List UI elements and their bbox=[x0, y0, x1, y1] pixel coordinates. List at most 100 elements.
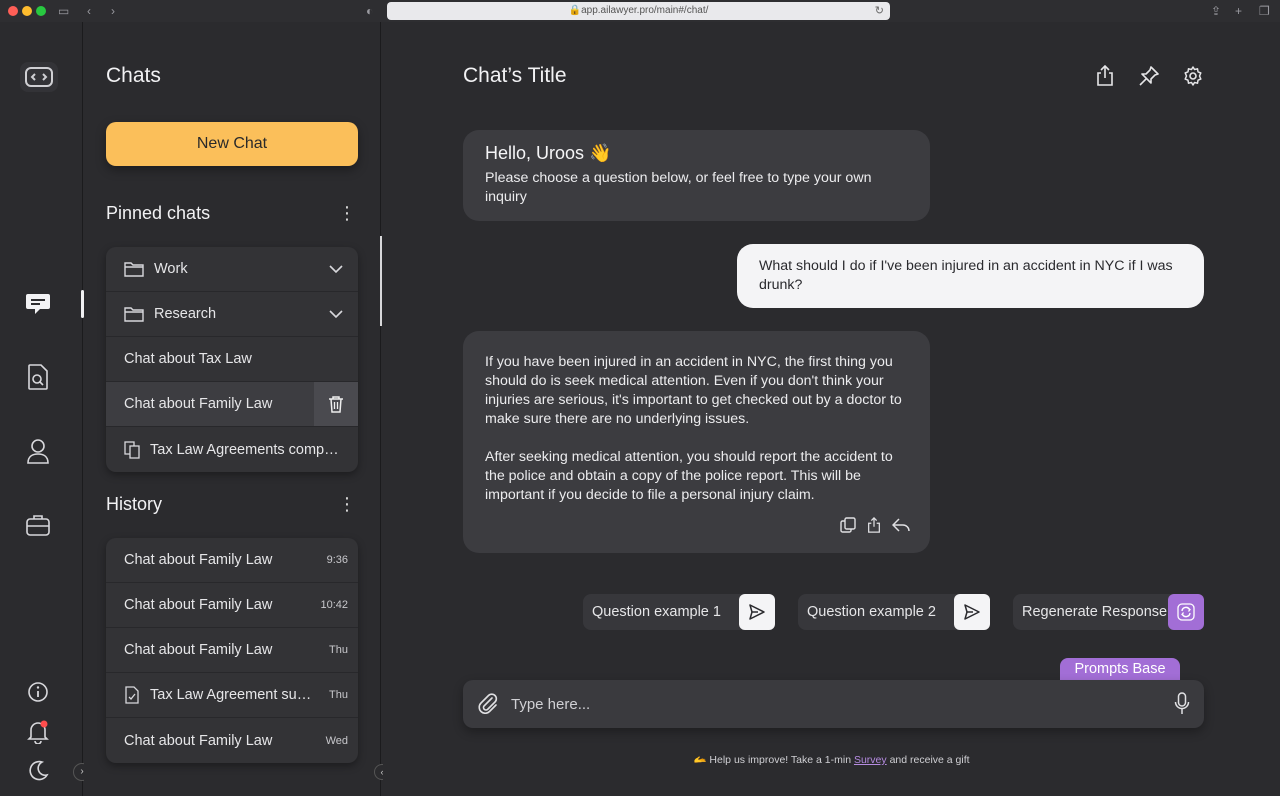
history-time: 10:42 bbox=[320, 599, 348, 611]
sidebar-toggle-icon[interactable]: ▭ bbox=[58, 3, 69, 19]
greeting-subtext: Please choose a question below, or feel … bbox=[485, 170, 872, 205]
user-message-text: What should I do if I've been injured in… bbox=[759, 258, 1173, 293]
sidebar-title: Chats bbox=[106, 64, 161, 87]
history-label: Chat about Family Law bbox=[124, 597, 273, 613]
new-tab-icon[interactable]: + bbox=[1235, 3, 1242, 19]
refresh-icon bbox=[1177, 603, 1195, 621]
new-chat-button[interactable]: New Chat bbox=[106, 122, 358, 166]
survey-link[interactable]: Survey bbox=[854, 754, 887, 766]
history-time: Thu bbox=[329, 689, 348, 701]
pinned-folder-research[interactable]: Research bbox=[106, 292, 358, 337]
trash-icon bbox=[329, 396, 343, 413]
pinned-chats-list: Work Research Chat about Tax Law Chat ab… bbox=[106, 247, 358, 472]
maximize-window-button[interactable] bbox=[36, 6, 46, 16]
lock-icon: 🔒 bbox=[568, 5, 582, 16]
history-menu-kebab-icon[interactable]: ⋮ bbox=[338, 494, 356, 516]
history-item[interactable]: Chat about Family Law Thu bbox=[106, 628, 358, 673]
pinned-chat-item[interactable]: Chat about Tax Law bbox=[106, 337, 358, 382]
back-icon[interactable]: ‹ bbox=[87, 3, 91, 19]
chat-settings-button[interactable] bbox=[1181, 64, 1205, 88]
send-icon bbox=[964, 604, 980, 620]
history-item[interactable]: Chat about Family Law 9:36 bbox=[106, 538, 358, 583]
pinned-chats-title: Pinned chats bbox=[106, 203, 211, 223]
response-paragraph: If you have been injured in an accident … bbox=[485, 354, 902, 427]
pinned-menu-kebab-icon[interactable]: ⋮ bbox=[338, 203, 356, 225]
tabs-overview-icon[interactable]: ❐ bbox=[1259, 3, 1270, 19]
survey-footer: 🫴 Help us improve! Take a 1-min Survey a… bbox=[383, 753, 1280, 766]
info-icon[interactable] bbox=[24, 678, 52, 706]
footer-text: and receive a gift bbox=[889, 754, 970, 766]
forward-icon[interactable]: › bbox=[111, 3, 115, 19]
history-time: Thu bbox=[329, 644, 348, 656]
reload-icon[interactable]: ↻ bbox=[875, 2, 884, 20]
notification-bell-icon[interactable] bbox=[24, 718, 52, 746]
history-item[interactable]: Tax Law Agreement sum... Thu bbox=[106, 673, 358, 718]
pin-chat-button[interactable] bbox=[1137, 64, 1161, 88]
document-label: Tax Law Agreements compar... bbox=[150, 441, 340, 458]
history-item[interactable]: Chat about Family Law Wed bbox=[106, 718, 358, 763]
dark-mode-moon-icon[interactable] bbox=[24, 757, 52, 785]
response-paragraph: After seeking medical attention, you sho… bbox=[485, 449, 893, 503]
question-example-chip[interactable]: Question example 2 bbox=[798, 594, 990, 630]
user-message: What should I do if I've been injured in… bbox=[737, 244, 1204, 308]
copy-icon[interactable] bbox=[840, 517, 856, 533]
assistant-greeting-message: Hello, Uroos 👋 Please choose a question … bbox=[463, 130, 930, 221]
folder-label: Work bbox=[154, 261, 188, 277]
chat-label: Chat about Tax Law bbox=[124, 351, 252, 367]
chat-label: Chat about Family Law bbox=[124, 396, 273, 412]
user-profile-icon[interactable] bbox=[24, 437, 52, 465]
document-compare-icon bbox=[124, 440, 140, 459]
url-text: app.ailawyer.pro/main#/chat/ bbox=[581, 5, 709, 16]
delete-chat-button[interactable] bbox=[314, 382, 358, 426]
history-label: Chat about Family Law bbox=[124, 552, 273, 568]
folder-icon bbox=[124, 307, 144, 322]
reply-icon[interactable] bbox=[892, 517, 910, 533]
address-bar[interactable]: 🔒app.ailawyer.pro/main#/chat/ ↻ bbox=[387, 2, 890, 20]
send-question-button[interactable] bbox=[954, 594, 990, 630]
history-label: Tax Law Agreement sum... bbox=[150, 687, 320, 703]
question-example-chip[interactable]: Question example 1 bbox=[583, 594, 775, 630]
chevron-down-icon[interactable] bbox=[328, 306, 344, 322]
chats-sidebar: Chats New Chat Pinned chats ⋮ Work Resea… bbox=[84, 22, 381, 796]
message-composer bbox=[463, 680, 1204, 728]
folder-label: Research bbox=[154, 306, 217, 322]
browser-toolbar: ▭ ‹ › ◐ 🔒app.ailawyer.pro/main#/chat/ ↻ … bbox=[0, 0, 1280, 22]
sidebar-scrollbar[interactable] bbox=[380, 236, 382, 326]
nav-rail: › bbox=[0, 22, 91, 796]
pinned-chat-item[interactable]: Chat about Family Law bbox=[106, 382, 358, 427]
share-icon[interactable]: ⇪ bbox=[1211, 3, 1221, 19]
attach-paperclip-icon[interactable] bbox=[477, 692, 499, 714]
app-logo-icon[interactable] bbox=[20, 62, 58, 92]
history-title: History bbox=[106, 494, 163, 514]
send-question-button[interactable] bbox=[739, 594, 775, 630]
assistant-response-message: If you have been injured in an accident … bbox=[463, 331, 930, 553]
minimize-window-button[interactable] bbox=[22, 6, 32, 16]
history-time: 9:36 bbox=[326, 554, 348, 566]
regenerate-label: Regenerate Response bbox=[1022, 604, 1168, 620]
chevron-down-icon[interactable] bbox=[328, 261, 344, 277]
close-window-button[interactable] bbox=[8, 6, 18, 16]
prompts-base-tab[interactable]: Prompts Base bbox=[1060, 658, 1180, 680]
history-label: Chat about Family Law bbox=[124, 642, 273, 658]
document-search-icon[interactable] bbox=[24, 363, 52, 391]
document-icon bbox=[125, 686, 139, 704]
folder-icon bbox=[124, 262, 144, 277]
pinned-document-item[interactable]: Tax Law Agreements compar... bbox=[106, 427, 358, 472]
regenerate-response-button[interactable]: Regenerate Response bbox=[1013, 594, 1204, 630]
footer-text: 🫴 Help us improve! Take a 1-min bbox=[693, 754, 852, 766]
history-list: Chat about Family Law 9:36 Chat about Fa… bbox=[106, 538, 358, 763]
message-actions bbox=[840, 517, 910, 533]
regenerate-icon-button[interactable] bbox=[1168, 594, 1204, 630]
history-label: Chat about Family Law bbox=[124, 732, 273, 749]
microphone-icon[interactable] bbox=[1174, 692, 1190, 716]
message-input[interactable] bbox=[511, 690, 1151, 718]
share-chat-button[interactable] bbox=[1093, 64, 1117, 88]
chip-label: Question example 2 bbox=[807, 604, 936, 620]
pinned-folder-work[interactable]: Work bbox=[106, 247, 358, 292]
gear-icon bbox=[1184, 66, 1202, 86]
chat-icon[interactable] bbox=[24, 290, 52, 318]
history-item[interactable]: Chat about Family Law 10:42 bbox=[106, 583, 358, 628]
greeting-text: Hello, Uroos 👋 bbox=[485, 143, 612, 163]
briefcase-icon[interactable] bbox=[24, 511, 52, 539]
share-icon[interactable] bbox=[866, 517, 882, 533]
